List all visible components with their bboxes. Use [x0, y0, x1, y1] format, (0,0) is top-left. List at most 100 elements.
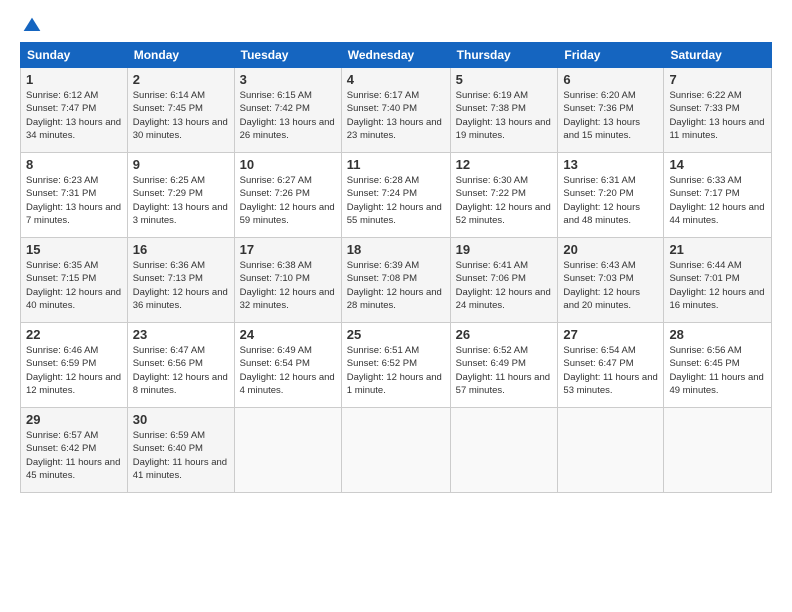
- table-row: 25 Sunrise: 6:51 AMSunset: 6:52 PMDayligh…: [341, 323, 450, 408]
- day-info: Sunrise: 6:22 AMSunset: 7:33 PMDaylight:…: [669, 89, 766, 142]
- day-number: 28: [669, 327, 766, 342]
- table-row: 28 Sunrise: 6:56 AMSunset: 6:45 PMDayligh…: [664, 323, 772, 408]
- day-info: Sunrise: 6:17 AMSunset: 7:40 PMDaylight:…: [347, 89, 445, 142]
- table-row: 12Sunrise: 6:30 AMSunset: 7:22 PMDayligh…: [450, 153, 558, 238]
- day-info: Sunrise: 6:27 AMSunset: 7:26 PMDaylight:…: [240, 174, 336, 227]
- table-row: [558, 408, 664, 493]
- table-row: 26 Sunrise: 6:52 AMSunset: 6:49 PMDayligh…: [450, 323, 558, 408]
- day-number: 14: [669, 157, 766, 172]
- table-row: 30 Sunrise: 6:59 AMSunset: 6:40 PMDayligh…: [127, 408, 234, 493]
- day-info: Sunrise: 6:38 AMSunset: 7:10 PMDaylight:…: [240, 259, 336, 312]
- table-row: 17 Sunrise: 6:38 AMSunset: 7:10 PMDayligh…: [234, 238, 341, 323]
- day-number: 26: [456, 327, 553, 342]
- day-info: Sunrise: 6:15 AMSunset: 7:42 PMDaylight:…: [240, 89, 336, 142]
- day-number: 1: [26, 72, 122, 87]
- day-number: 29: [26, 412, 122, 427]
- table-row: 20 Sunrise: 6:43 AMSunset: 7:03 PMDayligh…: [558, 238, 664, 323]
- day-info: Sunrise: 6:25 AMSunset: 7:29 PMDaylight:…: [133, 174, 229, 227]
- calendar-week-row: 22Sunrise: 6:46 AMSunset: 6:59 PMDayligh…: [21, 323, 772, 408]
- day-number: 20: [563, 242, 658, 257]
- day-info: Sunrise: 6:19 AMSunset: 7:38 PMDaylight:…: [456, 89, 553, 142]
- day-number: 7: [669, 72, 766, 87]
- table-row: 4 Sunrise: 6:17 AMSunset: 7:40 PMDaylight…: [341, 68, 450, 153]
- table-row: 6Sunrise: 6:20 AMSunset: 7:36 PMDaylight…: [558, 68, 664, 153]
- table-row: 3 Sunrise: 6:15 AMSunset: 7:42 PMDaylight…: [234, 68, 341, 153]
- day-number: 21: [669, 242, 766, 257]
- day-info: Sunrise: 6:49 AMSunset: 6:54 PMDaylight:…: [240, 344, 336, 397]
- day-number: 12: [456, 157, 553, 172]
- day-number: 3: [240, 72, 336, 87]
- logo-icon: [22, 16, 42, 36]
- col-saturday: Saturday: [664, 43, 772, 68]
- day-number: 8: [26, 157, 122, 172]
- day-info: Sunrise: 6:14 AMSunset: 7:45 PMDaylight:…: [133, 89, 229, 142]
- day-info: Sunrise: 6:56 AMSunset: 6:45 PMDaylight:…: [669, 344, 766, 397]
- col-thursday: Thursday: [450, 43, 558, 68]
- table-row: 22Sunrise: 6:46 AMSunset: 6:59 PMDayligh…: [21, 323, 128, 408]
- table-row: 7 Sunrise: 6:22 AMSunset: 7:33 PMDaylight…: [664, 68, 772, 153]
- day-number: 27: [563, 327, 658, 342]
- day-info: Sunrise: 6:33 AMSunset: 7:17 PMDaylight:…: [669, 174, 766, 227]
- day-number: 25: [347, 327, 445, 342]
- table-row: 9 Sunrise: 6:25 AMSunset: 7:29 PMDaylight…: [127, 153, 234, 238]
- day-info: Sunrise: 6:51 AMSunset: 6:52 PMDaylight:…: [347, 344, 445, 397]
- day-number: 11: [347, 157, 445, 172]
- table-row: 19 Sunrise: 6:41 AMSunset: 7:06 PMDayligh…: [450, 238, 558, 323]
- day-info: Sunrise: 6:41 AMSunset: 7:06 PMDaylight:…: [456, 259, 553, 312]
- day-info: Sunrise: 6:44 AMSunset: 7:01 PMDaylight:…: [669, 259, 766, 312]
- table-row: [664, 408, 772, 493]
- calendar-week-row: 29 Sunrise: 6:57 AMSunset: 6:42 PMDayligh…: [21, 408, 772, 493]
- day-info: Sunrise: 6:28 AMSunset: 7:24 PMDaylight:…: [347, 174, 445, 227]
- table-row: 21 Sunrise: 6:44 AMSunset: 7:01 PMDayligh…: [664, 238, 772, 323]
- day-number: 23: [133, 327, 229, 342]
- day-info: Sunrise: 6:39 AMSunset: 7:08 PMDaylight:…: [347, 259, 445, 312]
- day-number: 13: [563, 157, 658, 172]
- calendar-week-row: 1 Sunrise: 6:12 AMSunset: 7:47 PMDaylight…: [21, 68, 772, 153]
- day-number: 22: [26, 327, 122, 342]
- calendar-week-row: 8Sunrise: 6:23 AMSunset: 7:31 PMDaylight…: [21, 153, 772, 238]
- day-number: 5: [456, 72, 553, 87]
- day-number: 15: [26, 242, 122, 257]
- col-wednesday: Wednesday: [341, 43, 450, 68]
- col-tuesday: Tuesday: [234, 43, 341, 68]
- table-row: 5 Sunrise: 6:19 AMSunset: 7:38 PMDaylight…: [450, 68, 558, 153]
- day-info: Sunrise: 6:35 AMSunset: 7:15 PMDaylight:…: [26, 259, 122, 312]
- day-number: 30: [133, 412, 229, 427]
- calendar-header-row: Sunday Monday Tuesday Wednesday Thursday…: [21, 43, 772, 68]
- table-row: [450, 408, 558, 493]
- day-number: 4: [347, 72, 445, 87]
- table-row: [341, 408, 450, 493]
- day-number: 6: [563, 72, 658, 87]
- day-info: Sunrise: 6:43 AMSunset: 7:03 PMDaylight:…: [563, 259, 658, 312]
- day-info: Sunrise: 6:57 AMSunset: 6:42 PMDaylight:…: [26, 429, 122, 482]
- table-row: 29 Sunrise: 6:57 AMSunset: 6:42 PMDayligh…: [21, 408, 128, 493]
- table-row: 23Sunrise: 6:47 AMSunset: 6:56 PMDayligh…: [127, 323, 234, 408]
- header: [20, 16, 772, 32]
- table-row: 27Sunrise: 6:54 AMSunset: 6:47 PMDayligh…: [558, 323, 664, 408]
- logo: [20, 16, 42, 32]
- col-sunday: Sunday: [21, 43, 128, 68]
- col-monday: Monday: [127, 43, 234, 68]
- day-number: 19: [456, 242, 553, 257]
- table-row: [234, 408, 341, 493]
- day-number: 9: [133, 157, 229, 172]
- day-number: 24: [240, 327, 336, 342]
- day-info: Sunrise: 6:12 AMSunset: 7:47 PMDaylight:…: [26, 89, 122, 142]
- table-row: 16 Sunrise: 6:36 AMSunset: 7:13 PMDayligh…: [127, 238, 234, 323]
- day-number: 10: [240, 157, 336, 172]
- day-number: 16: [133, 242, 229, 257]
- calendar-week-row: 15 Sunrise: 6:35 AMSunset: 7:15 PMDayligh…: [21, 238, 772, 323]
- table-row: 11 Sunrise: 6:28 AMSunset: 7:24 PMDayligh…: [341, 153, 450, 238]
- calendar-table: Sunday Monday Tuesday Wednesday Thursday…: [20, 42, 772, 493]
- page: Sunday Monday Tuesday Wednesday Thursday…: [0, 0, 792, 612]
- table-row: 15 Sunrise: 6:35 AMSunset: 7:15 PMDayligh…: [21, 238, 128, 323]
- day-info: Sunrise: 6:59 AMSunset: 6:40 PMDaylight:…: [133, 429, 229, 482]
- table-row: 8Sunrise: 6:23 AMSunset: 7:31 PMDaylight…: [21, 153, 128, 238]
- table-row: 24 Sunrise: 6:49 AMSunset: 6:54 PMDayligh…: [234, 323, 341, 408]
- day-number: 17: [240, 242, 336, 257]
- day-info: Sunrise: 6:36 AMSunset: 7:13 PMDaylight:…: [133, 259, 229, 312]
- table-row: 18 Sunrise: 6:39 AMSunset: 7:08 PMDayligh…: [341, 238, 450, 323]
- table-row: 1 Sunrise: 6:12 AMSunset: 7:47 PMDaylight…: [21, 68, 128, 153]
- day-info: Sunrise: 6:52 AMSunset: 6:49 PMDaylight:…: [456, 344, 553, 397]
- day-number: 18: [347, 242, 445, 257]
